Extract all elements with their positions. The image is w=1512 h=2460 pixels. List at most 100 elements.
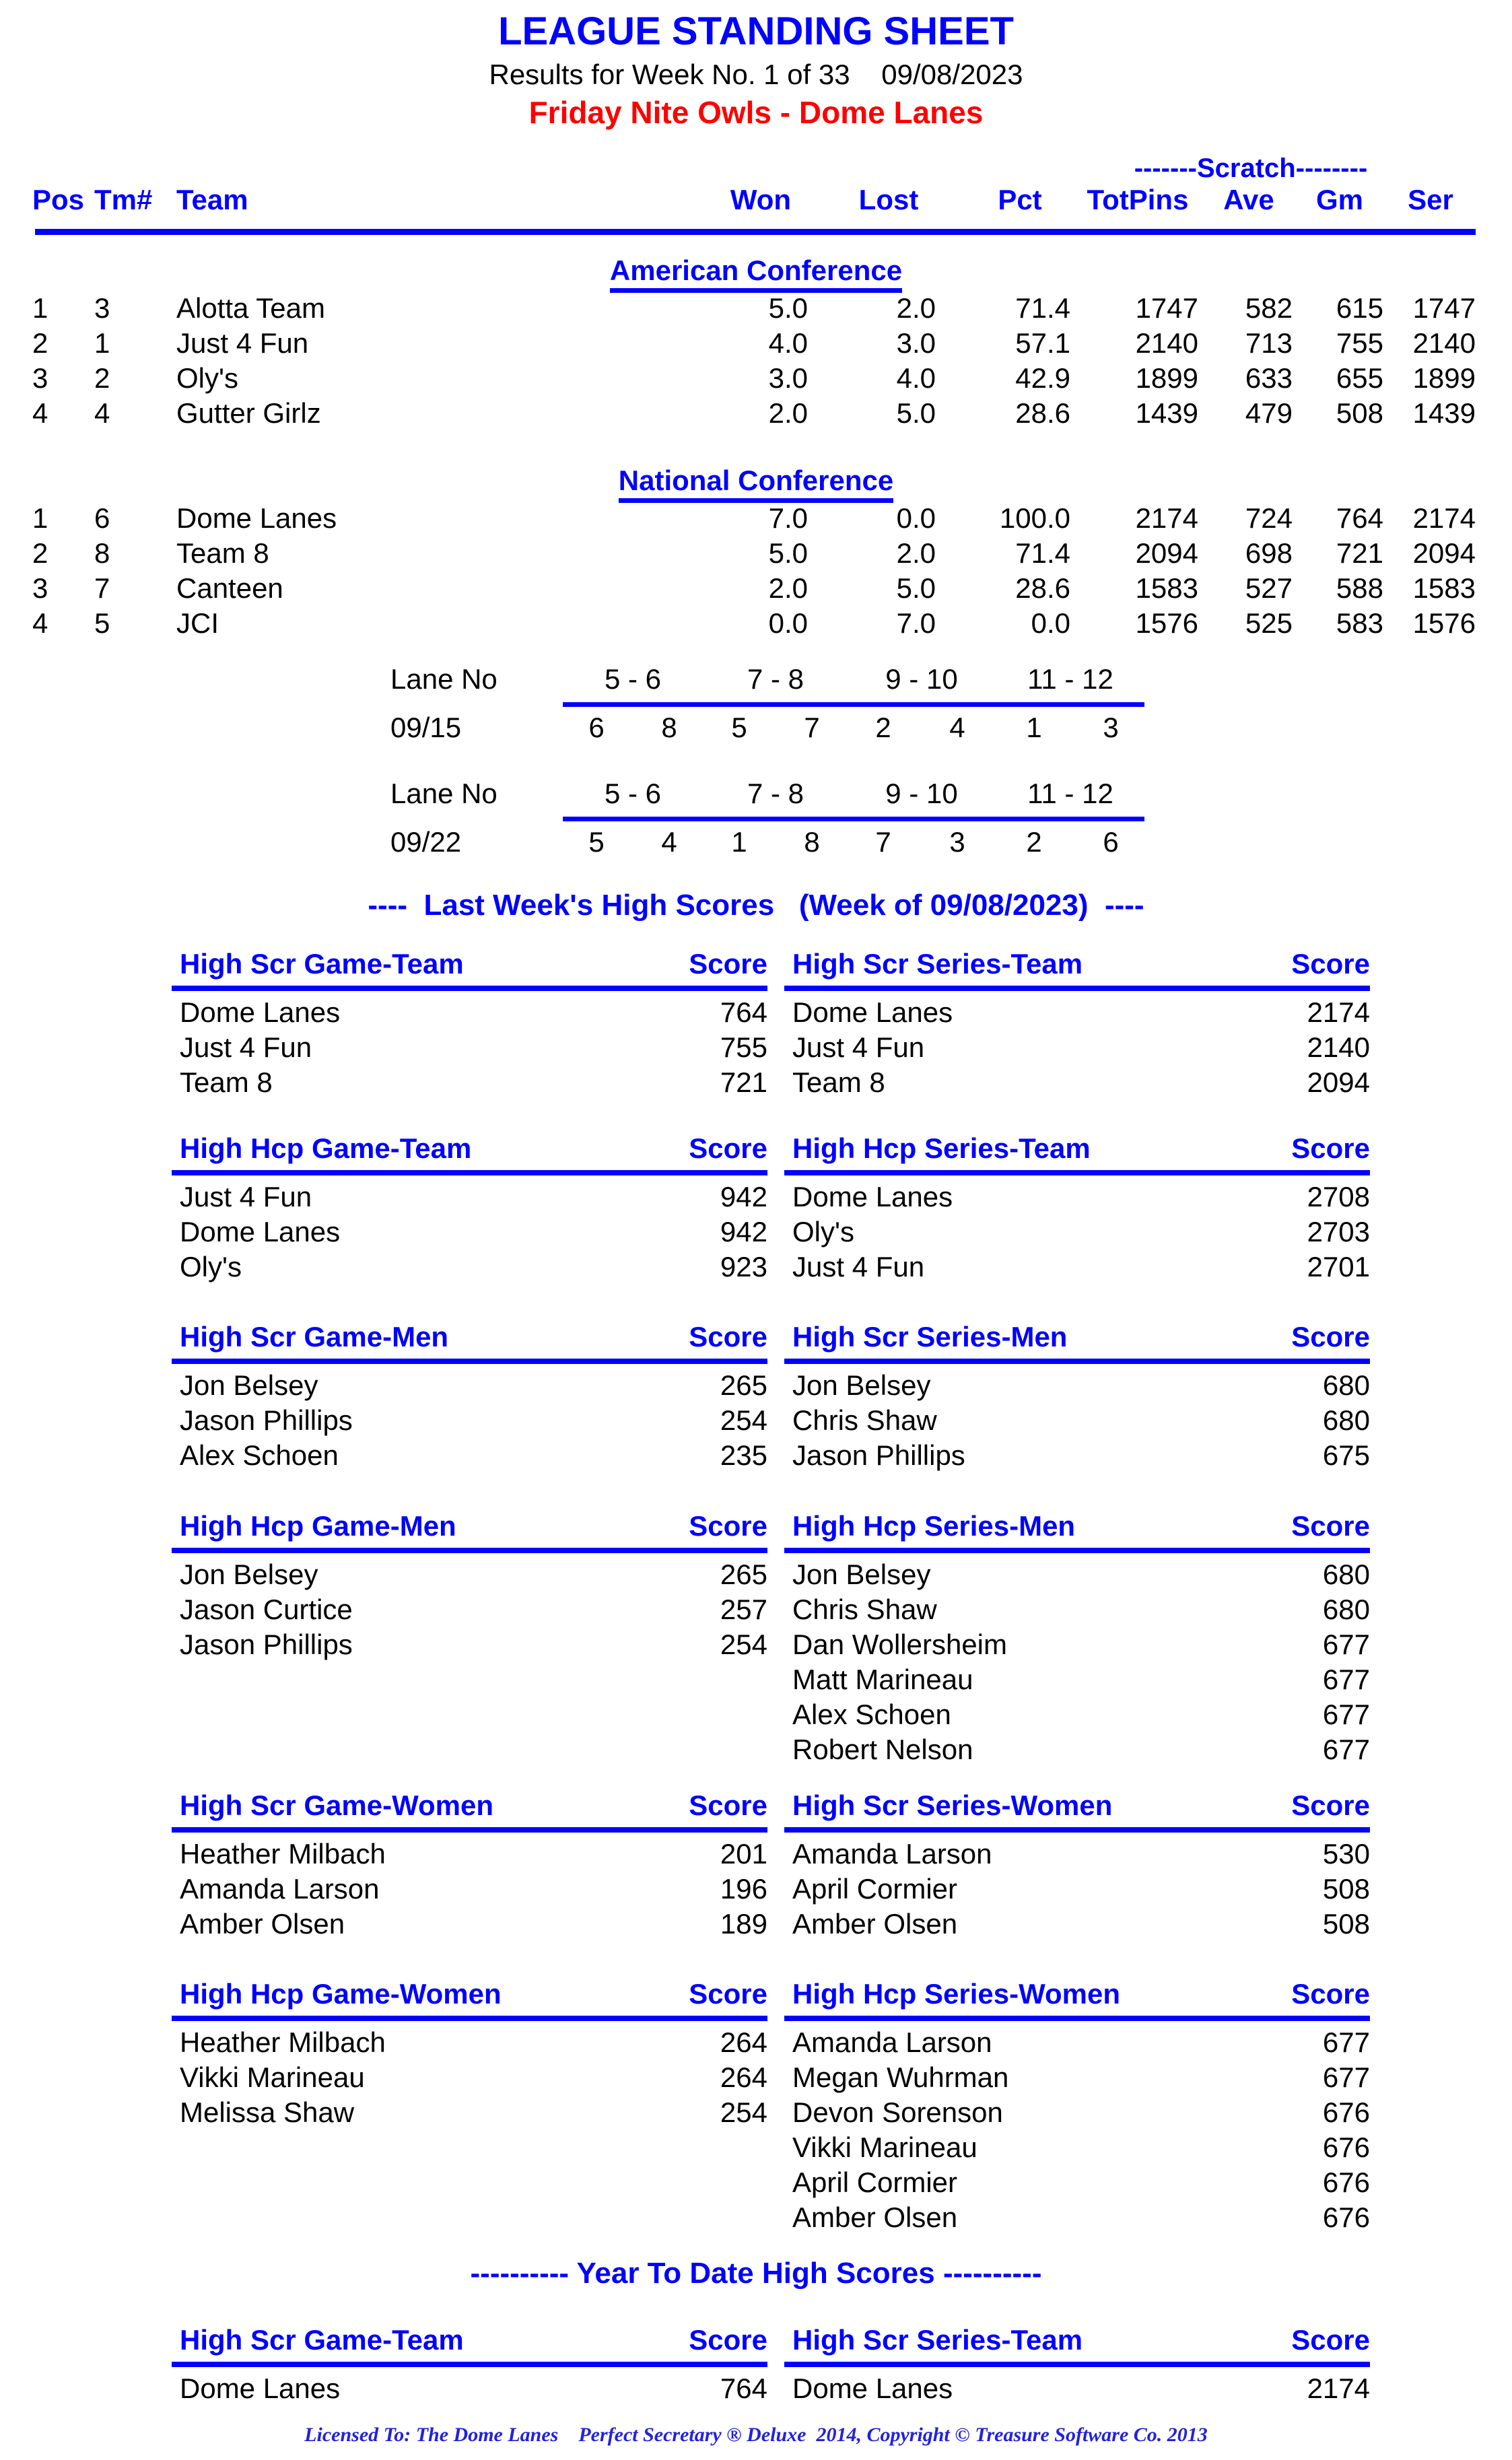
last-week-high-scores-banner: ---- Last Week's High Scores (Week of 09… <box>368 889 1144 922</box>
score-table-header: High Scr Game-Team Score <box>172 2324 767 2359</box>
score-table-rows: Heather Milbach 264 Vikki Marineau 264 Melis… <box>172 2026 767 2131</box>
score-entry-value: 764 <box>720 2372 767 2404</box>
score-entry-value: 508 <box>1322 1908 1370 1940</box>
score-table-header: High Scr Game-Men Score <box>172 1321 767 1356</box>
score-entry-name: Dome Lanes <box>180 2372 341 2404</box>
score-entry-name: Heather Milbach <box>180 1838 386 1870</box>
score-table-header: High Scr Series-Women Score <box>784 1789 1370 1824</box>
score-entry-value: 942 <box>720 1181 767 1212</box>
table-row: Just 4 Fun 755 <box>172 1031 767 1066</box>
standings-cell-ave: 527 <box>1245 572 1293 604</box>
score-entry-name: Vikki Marineau <box>792 2131 977 2163</box>
table-row: Robert Nelson 677 <box>784 1734 1370 1769</box>
conference-title-text: National Conference <box>618 465 894 503</box>
lane-team-number: 8 <box>804 826 820 858</box>
standings-cell-won: 5.0 <box>768 537 808 569</box>
score-entry-value: 254 <box>720 1404 767 1436</box>
table-row: 2 1 Just 4 Fun 4.0 3.0 57.1 2140 713 755 2140 <box>0 327 1512 362</box>
table-row: Just 4 Fun 2701 <box>784 1251 1370 1286</box>
score-entry-name: Team 8 <box>180 1066 273 1098</box>
score-table-header: High Scr Game-Team Score <box>172 948 767 983</box>
lane-header-row: Lane No 5 - 6 7 - 8 9 - 10 11 - 12 <box>0 778 1512 813</box>
conference-title: National Conference <box>0 465 1512 503</box>
score-table-title: High Hcp Game-Men <box>180 1510 456 1542</box>
lane-team-number: 6 <box>588 712 605 743</box>
standings-cell-ser: 2094 <box>1412 537 1476 569</box>
score-table-rule <box>172 986 767 991</box>
standings-cell-won: 0.0 <box>768 607 808 639</box>
score-table-title: High Hcp Game-Team <box>180 1132 472 1164</box>
score-table-header: High Hcp Series-Women Score <box>784 1978 1370 2013</box>
standings-cell-pos: 2 <box>32 327 48 359</box>
score-table-rows: Jon Belsey 265 Jason Phillips 254 Alex Schoe… <box>172 1369 767 1474</box>
standings-cell-lost: 4.0 <box>896 362 936 394</box>
score-entry-name: Amber Olsen <box>792 1908 958 1940</box>
score-entry-value: 254 <box>720 2096 767 2128</box>
standings-cell-ser: 2140 <box>1412 327 1476 359</box>
score-entry-value: 721 <box>720 1066 767 1098</box>
score-column-header: Score <box>689 2324 767 2356</box>
standings-cell-won: 2.0 <box>768 572 808 604</box>
score-table-rule <box>784 1359 1370 1364</box>
table-row: Just 4 Fun 2140 <box>784 1031 1370 1066</box>
standings-cell-team: Gutter Girlz <box>176 397 321 429</box>
table-row: Dan Wollersheim 677 <box>784 1629 1370 1664</box>
score-table-rule <box>784 2016 1370 2021</box>
score-column-header: Score <box>689 1321 767 1353</box>
table-row: Matt Marineau 677 <box>784 1664 1370 1699</box>
standings-cell-won: 3.0 <box>768 362 808 394</box>
table-row: 1 6 Dome Lanes 7.0 0.0 100.0 2174 724 764 2174 <box>0 502 1512 537</box>
score-table-rows: Amanda Larson 530 April Cormier 508 Amber Ol… <box>784 1838 1370 1943</box>
lane-header-row: Lane No 5 - 6 7 - 8 9 - 10 11 - 12 <box>0 663 1512 698</box>
table-row: 4 5 JCI 0.0 7.0 0.0 1576 525 583 1576 <box>0 607 1512 642</box>
col-header-gm: Gm <box>1315 184 1363 215</box>
table-row: Dome Lanes 764 <box>172 996 767 1031</box>
lane-team-number: 2 <box>1026 826 1042 858</box>
score-table-left: High Hcp Game-Women Score Heather Milbach 2… <box>172 1978 767 2128</box>
conference-block: American Conference 1 3 Alotta Team 5.0 2.0 71… <box>0 254 1512 443</box>
standings-cell-ser: 1583 <box>1412 572 1476 604</box>
score-table-rows: Dome Lanes 2174 <box>784 2372 1370 2407</box>
standings-cell-ave: 582 <box>1245 292 1293 324</box>
score-table-rule <box>172 2016 767 2021</box>
score-table-rule <box>784 1827 1370 1833</box>
lane-team-number: 3 <box>1103 712 1119 743</box>
standings-cell-gm: 655 <box>1336 362 1383 394</box>
table-row: 4 4 Gutter Girlz 2.0 5.0 28.6 1439 479 508 1439 <box>0 397 1512 432</box>
score-entry-name: Team 8 <box>792 1066 885 1098</box>
standings-cell-lost: 2.0 <box>896 537 936 569</box>
score-entry-value: 2703 <box>1307 1216 1370 1248</box>
lane-no-label: Lane No <box>390 778 497 809</box>
score-table-title: High Hcp Series-Team <box>792 1132 1091 1164</box>
table-row: Amber Olsen 508 <box>784 1908 1370 1943</box>
score-column-header: Score <box>689 948 767 980</box>
score-entry-name: Jason Phillips <box>180 1404 353 1436</box>
lane-pair-label: 11 - 12 <box>1027 778 1113 809</box>
standings-cell-ave: 479 <box>1245 397 1293 429</box>
score-table-left: High Scr Game-Women Score Heather Milbach 2… <box>172 1789 767 1940</box>
score-entry-value: 265 <box>720 1369 767 1401</box>
score-entry-value: 508 <box>1322 1873 1370 1905</box>
standings-cell-tm: 1 <box>94 327 110 359</box>
lane-team-number: 4 <box>661 826 677 858</box>
table-row: 1 3 Alotta Team 5.0 2.0 71.4 1747 582 615 1747 <box>0 292 1512 327</box>
standings-cell-won: 5.0 <box>768 292 808 324</box>
score-table-rule <box>784 986 1370 991</box>
score-table-left: High Scr Game-Team Score Dome Lanes 764 <box>172 2324 767 2404</box>
score-table-right: High Scr Series-Team Score Dome Lanes 2174 <box>784 2324 1370 2404</box>
table-row: Team 8 2094 <box>784 1066 1370 1101</box>
table-row: Dome Lanes 764 <box>172 2372 767 2407</box>
score-table-rule <box>784 2362 1370 2367</box>
col-header-lost: Lost <box>858 184 919 215</box>
col-header-team: Team <box>176 184 248 215</box>
standings-cell-totpins: 2094 <box>1135 537 1198 569</box>
score-entry-name: Jason Curtice <box>180 1594 353 1625</box>
standings-cell-tm: 8 <box>94 537 110 569</box>
table-row: 3 7 Canteen 2.0 5.0 28.6 1583 527 588 1583 <box>0 572 1512 607</box>
standings-cell-totpins: 1576 <box>1135 607 1198 639</box>
score-entry-value: 676 <box>1322 2131 1370 2163</box>
score-table-title: High Scr Series-Team <box>792 2324 1083 2356</box>
score-table-rule <box>784 1170 1370 1175</box>
score-column-header: Score <box>1291 1978 1370 2010</box>
score-entry-value: 676 <box>1322 2096 1370 2128</box>
